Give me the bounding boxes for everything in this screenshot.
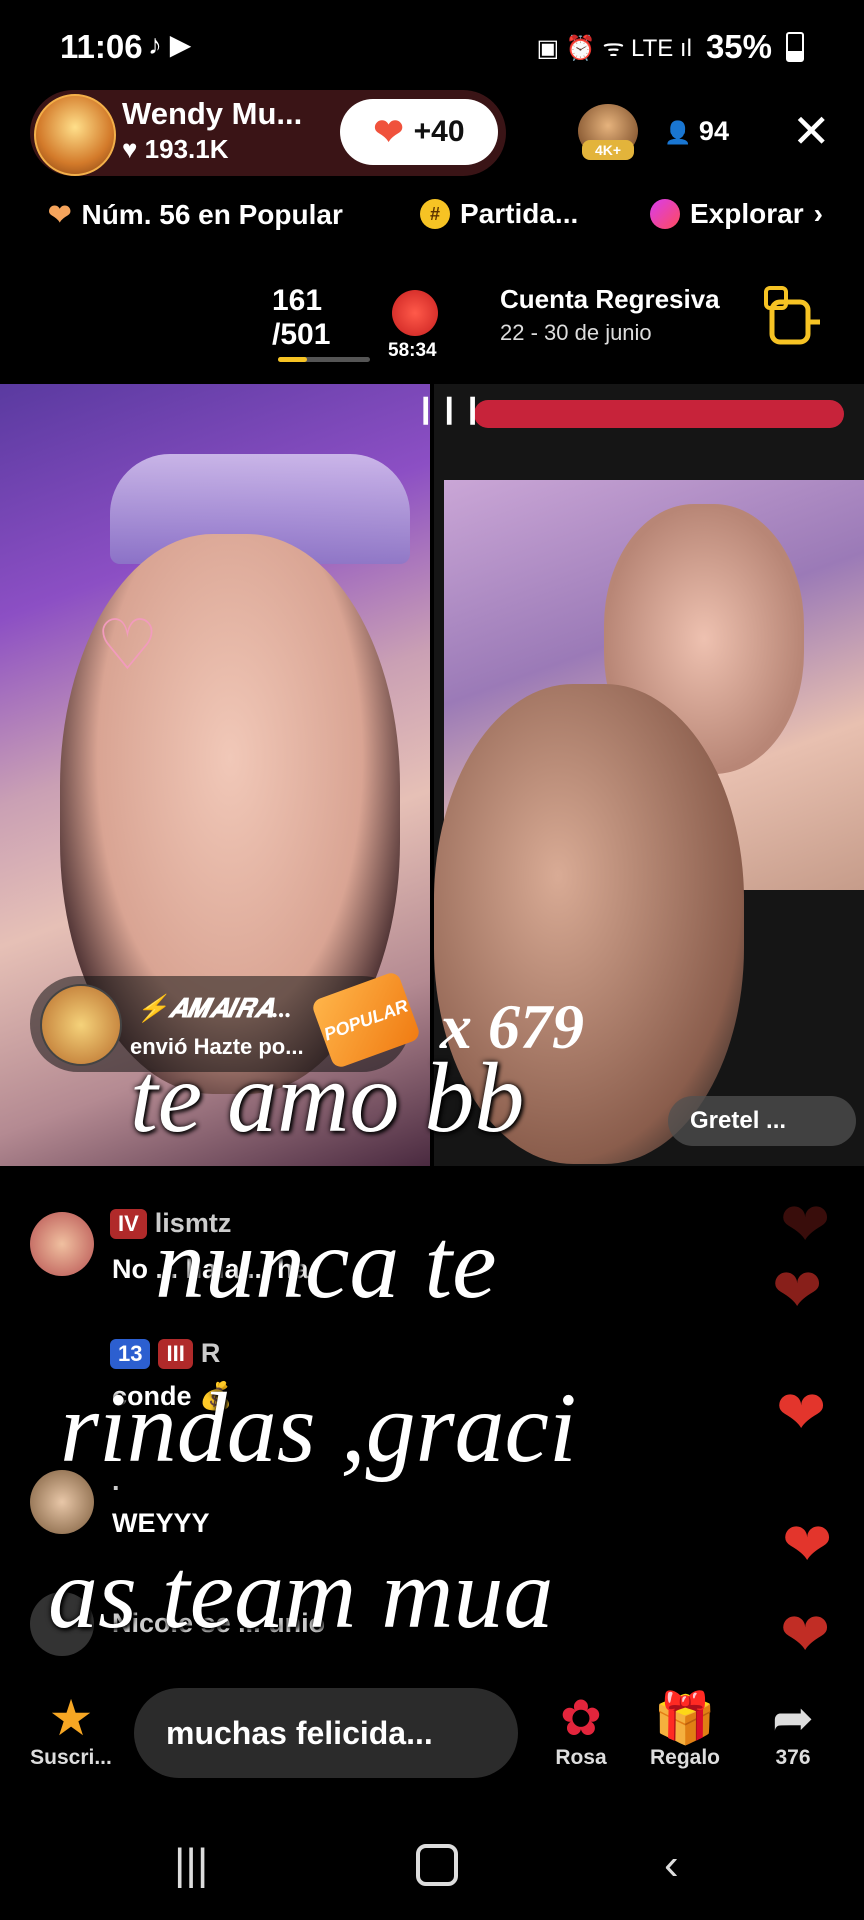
rose-icon: ✿ [560,1690,602,1746]
countdown-title[interactable]: Cuenta Regresiva [500,284,720,315]
level-badge: 13 [110,1338,151,1369]
comment-avatar[interactable] [30,1212,94,1276]
trophy-icon[interactable] [760,282,824,358]
caption-line-1: te amo bb [130,1042,525,1153]
status-right: ▣ ⏰ ᯤ LTE ıl 35% [537,28,804,66]
battery-level: 35% [705,28,772,65]
gift-sender-avatar[interactable] [40,984,122,1066]
fan-club-banner [474,400,844,428]
comment-user[interactable]: R [201,1338,221,1369]
planet-icon [650,199,680,229]
back-nav-icon[interactable]: ‹ [664,1840,679,1890]
chevron-right-icon: › [813,198,823,229]
caption-line-3: rindas ,graci [60,1372,577,1483]
fan-level-badge: IV [110,1208,147,1239]
share-button[interactable]: ➦ 376 [748,1690,838,1770]
person-icon: 👤 [664,120,692,145]
coin-icon: # [420,199,450,229]
star-planet-icon: ★ [48,1690,94,1746]
split-handle-icon[interactable]: ❙❙❙ [414,392,484,424]
status-time: 11:06 [60,28,143,65]
comment-text: WEYYY [112,1508,210,1538]
status-bar: 11:06 ♪ ▶ ▣ ⏰ ᯤ LTE ıl 35% [0,0,864,96]
recents-nav-icon[interactable]: ||| [174,1840,208,1890]
follow-label: +40 [413,115,465,148]
rose-button[interactable]: ✿ Rosa [536,1690,626,1770]
system-icons: ▣ ⏰ ᯤ LTE ıl [536,34,692,62]
top-viewer-badge: 4K+ [582,140,634,160]
popular-rank[interactable]: ❤ Núm. 56 en Popular [48,198,343,231]
gift-sender-name: ⚡𝑨𝑴𝑨𝑰𝑹𝑨... [136,994,292,1023]
goal-progress-fill [278,357,308,362]
heart-icon: ❤ [776,1379,827,1446]
host-likes: ♥ 193.1K [122,134,229,164]
host-avatar[interactable] [34,94,116,176]
share-icon: ➦ [772,1690,814,1746]
notification-icons: ♪ ▶ [148,29,192,60]
timer-gift-icon[interactable] [392,290,438,336]
heart-icon: ❤ [782,1511,833,1578]
caption-line-4: as team mua [48,1538,554,1649]
host-name[interactable]: Wendy Mu... [122,96,302,132]
heart-icon: ❤ [780,1601,831,1668]
gift-icon: 🎁 [653,1690,717,1746]
heart-icon: ❤ [48,199,72,230]
home-nav-icon[interactable] [416,1844,458,1886]
heart-icon: ❤ [772,1257,823,1324]
timer-value: 58:34 [388,340,437,361]
follow-button[interactable]: ❤ +40 [340,99,498,165]
goal-progress[interactable]: 161 /501 [272,284,330,352]
countdown-dates: 22 - 30 de junio [500,320,652,345]
gift-button[interactable]: 🎁 Regalo [640,1690,730,1770]
comment-header: 13 III R [110,1338,220,1369]
battery-icon [786,32,804,62]
heart-icon: ❤ [780,1191,831,1258]
explore-link[interactable]: Explorar › [650,198,823,230]
heart-clip-icon: ♡ [96,606,159,684]
caption-line-2: nunca te [155,1208,497,1319]
ranking-row: ❤ Núm. 56 en Popular # Partida... Explor… [0,198,864,246]
comment-input[interactable]: muchas felicida... [134,1688,518,1778]
heart-icon: ❤ [373,111,404,152]
guest-name-pill[interactable]: Gretel ... [668,1096,856,1146]
goal-progress-bar [278,357,370,362]
subscribe-button[interactable]: ★ Suscri... [26,1690,116,1770]
partida-link[interactable]: # Partida... [420,198,578,230]
viewer-count[interactable]: 👤 94 [664,116,729,147]
fan-level-badge: III [158,1338,193,1369]
close-icon[interactable]: ✕ [792,108,831,154]
